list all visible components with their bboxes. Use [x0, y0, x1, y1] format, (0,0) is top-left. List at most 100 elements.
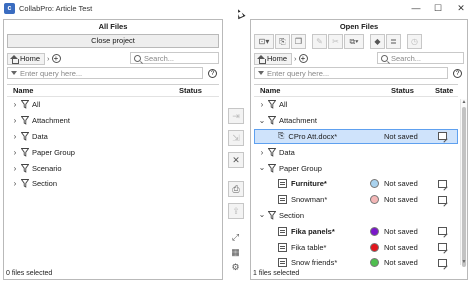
history-button[interactable]: ◷ — [407, 34, 422, 49]
file-row[interactable]: Fika table* Not saved — [254, 239, 458, 255]
edit-state-icon[interactable] — [438, 227, 447, 236]
collapse-chevron-icon[interactable]: ⌄ — [258, 116, 266, 124]
filter-icon — [258, 71, 264, 75]
details-button[interactable]: ≣ — [386, 34, 401, 49]
column-status-header[interactable]: Status — [179, 86, 202, 95]
left-status-text: 0 files selected — [6, 270, 53, 277]
expand-chevron-icon[interactable]: › — [11, 116, 19, 125]
file-row[interactable]: Fika panels* Not saved — [254, 223, 458, 239]
tree-row[interactable]: › Paper Group — [7, 144, 219, 160]
close-project-button[interactable]: Close project — [7, 34, 219, 48]
open-files-toolbar: ⊡▾ ⎘ ❐ ✎ ✂ ⧉▾ ◆ ≣ ◷ — [254, 34, 422, 49]
tree-row[interactable]: › Scenario — [7, 160, 219, 176]
column-name-header[interactable]: Name — [254, 86, 391, 95]
add-folder-icon[interactable]: + — [51, 54, 61, 63]
breadcrumb-home[interactable]: Home — [7, 52, 46, 65]
file-status: Not saved — [384, 226, 418, 236]
file-status: Not saved — [384, 195, 418, 205]
color-indicator — [370, 179, 379, 189]
tree-row-label: All — [32, 100, 41, 110]
tree-row[interactable]: › Attachment — [7, 113, 219, 129]
add-folder-icon[interactable]: + — [298, 54, 308, 63]
document-icon — [278, 258, 287, 268]
expand-chevron-icon[interactable]: › — [11, 100, 19, 109]
tree-header: Name Status State — [254, 85, 458, 97]
edit-state-icon[interactable] — [438, 243, 447, 252]
collapse-chevron-icon[interactable]: ⌄ — [258, 211, 266, 219]
vertical-scrollbar[interactable]: ▲ ▼ — [460, 99, 467, 267]
tree-row[interactable]: › All — [7, 97, 219, 113]
window-title: CollabPro: Article Test — [19, 4, 93, 13]
unlink-button[interactable]: ✂ — [328, 34, 343, 49]
search-input[interactable]: Search... — [130, 52, 219, 64]
file-row[interactable]: Furniture* Not saved — [254, 176, 458, 192]
maximize-button[interactable]: ☐ — [427, 2, 449, 15]
filter-group-icon — [21, 147, 29, 157]
tree-group-row[interactable]: › Data — [254, 144, 458, 160]
right-status-text: 1 files selected — [253, 270, 300, 277]
settings-icon[interactable]: ⚙ — [229, 261, 242, 273]
tree-row[interactable]: › Data — [7, 129, 219, 145]
expand-chevron-icon[interactable]: › — [11, 132, 19, 141]
scrollbar-thumb[interactable] — [462, 107, 466, 267]
scroll-up-icon[interactable]: ▲ — [461, 99, 467, 105]
file-row[interactable]: Snow friends* Not saved — [254, 255, 458, 271]
filter-group-icon — [21, 132, 29, 141]
column-state-header[interactable]: State — [435, 86, 453, 95]
file-row[interactable]: ⎘ CPro Att.docx* Not saved — [254, 128, 458, 145]
add-to-open-button[interactable]: ⇥ — [228, 108, 244, 124]
help-icon[interactable]: ? — [208, 68, 217, 78]
tree-row-label: Paper Group — [32, 147, 75, 157]
color-indicator — [370, 258, 379, 268]
file-row[interactable]: Snowman* Not saved — [254, 192, 458, 208]
file-row-label: Snow friends* — [291, 258, 338, 268]
tree-group-row[interactable]: ⌄ Section — [254, 208, 458, 224]
export-button[interactable]: ⇪ — [228, 203, 244, 219]
edit-state-icon[interactable] — [438, 258, 447, 267]
scroll-down-icon[interactable]: ▼ — [461, 259, 467, 265]
attach-button[interactable]: ⎘ — [275, 34, 290, 49]
tree-group-row[interactable]: ⌄ Paper Group — [254, 160, 458, 176]
tree-group-row[interactable]: ⌄ Attachment — [254, 113, 458, 129]
new-file-dropdown-button[interactable]: ⊡▾ — [254, 34, 274, 49]
tree-group-row[interactable]: › All — [254, 97, 458, 113]
column-status-header[interactable]: Status — [391, 86, 435, 95]
search-icon — [381, 54, 388, 62]
tree-row[interactable]: › Section — [7, 176, 219, 192]
edit-state-icon[interactable] — [438, 179, 447, 188]
duplicate-dropdown-button[interactable]: ⧉▾ — [344, 34, 364, 49]
help-icon[interactable]: ? — [453, 68, 462, 78]
expand-chevron-icon[interactable]: › — [258, 100, 266, 109]
query-input[interactable]: Enter query here... — [254, 67, 448, 79]
minimize-button[interactable]: — — [405, 2, 427, 15]
expand-chevron-icon[interactable]: › — [11, 148, 19, 157]
edit-button[interactable]: ✎ — [312, 34, 327, 49]
query-placeholder: Enter query here... — [20, 68, 83, 78]
all-files-panel: All Files Close project Home › + Search.… — [3, 19, 223, 280]
query-input[interactable]: Enter query here... — [7, 67, 203, 79]
tree-row-label: Section — [279, 210, 305, 220]
add-all-to-open-button[interactable]: ⇲ — [228, 130, 244, 146]
collapse-chevron-icon[interactable]: ⌄ — [258, 164, 266, 172]
expand-icon[interactable]: ⤢ — [229, 231, 242, 243]
search-input[interactable]: Search... — [377, 52, 464, 64]
filter-group-icon — [268, 163, 276, 173]
edit-state-icon[interactable] — [438, 195, 447, 204]
table-view-icon[interactable]: ▦ — [229, 246, 242, 258]
file-status: Not saved — [384, 179, 418, 189]
tag-button[interactable]: ◆ — [370, 34, 385, 49]
copy-button[interactable]: ❐ — [291, 34, 306, 49]
breadcrumb-home[interactable]: Home — [254, 52, 293, 65]
column-name-header[interactable]: Name — [7, 86, 179, 95]
print-button[interactable]: ⎙ — [228, 181, 244, 197]
filter-group-icon — [268, 100, 276, 110]
expand-chevron-icon[interactable]: › — [258, 148, 266, 157]
color-indicator — [370, 195, 379, 205]
close-window-button[interactable]: ✕ — [450, 2, 472, 15]
close-file-button[interactable]: ✕ — [228, 152, 244, 168]
expand-chevron-icon[interactable]: › — [11, 164, 19, 173]
tree-row-label: Paper Group — [279, 163, 322, 173]
expand-chevron-icon[interactable]: › — [11, 179, 19, 188]
file-row-label: Furniture* — [291, 179, 327, 189]
edit-state-icon[interactable] — [438, 132, 447, 141]
